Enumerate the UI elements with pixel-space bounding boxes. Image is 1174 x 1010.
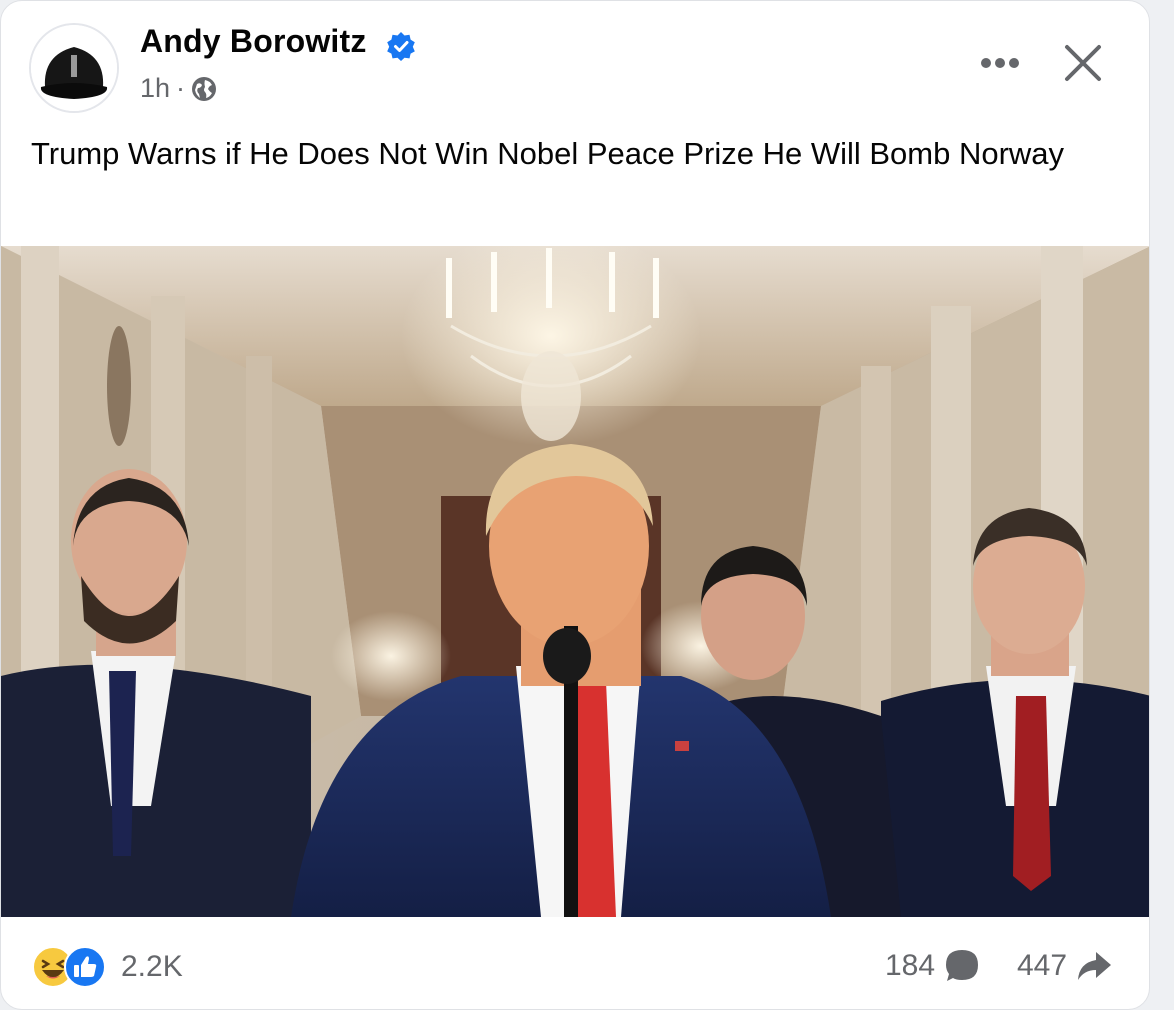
comment-icon [946, 950, 979, 981]
author-avatar[interactable] [29, 23, 119, 113]
globe-icon [192, 76, 217, 101]
cap-icon [31, 25, 117, 111]
post-time[interactable]: 1h [140, 73, 170, 104]
shares-count: 447 [1017, 949, 1068, 982]
comments-summary[interactable]: 184 [885, 947, 981, 985]
reactions-summary[interactable]: 2.2K [31, 945, 183, 989]
verified-badge-icon [387, 32, 415, 61]
press-conference-image [1, 246, 1149, 917]
shares-summary[interactable]: 447 [1017, 947, 1113, 985]
author-name[interactable]: Andy Borowitz [140, 23, 367, 60]
post-header: Andy Borowitz 1h · [1, 1, 1149, 121]
comments-count: 184 [885, 949, 936, 982]
more-options-icon [981, 58, 1019, 68]
close-icon [1065, 45, 1101, 81]
post-text: Trump Warns if He Does Not Win Nobel Pea… [31, 136, 1065, 171]
more-options-button[interactable] [971, 41, 1029, 85]
post-card: Andy Borowitz 1h · Trump Warns if He Doe… [0, 0, 1150, 1010]
meta-separator: · [176, 73, 186, 103]
share-icon [1078, 952, 1112, 980]
reactions-count: 2.2K [121, 950, 183, 983]
post-meta: 1h · [140, 73, 217, 104]
post-footer: 2.2K 184 447 [1, 917, 1149, 1009]
post-photo[interactable] [1, 246, 1149, 917]
like-reaction-icon [64, 946, 106, 988]
close-button[interactable] [1053, 33, 1113, 93]
